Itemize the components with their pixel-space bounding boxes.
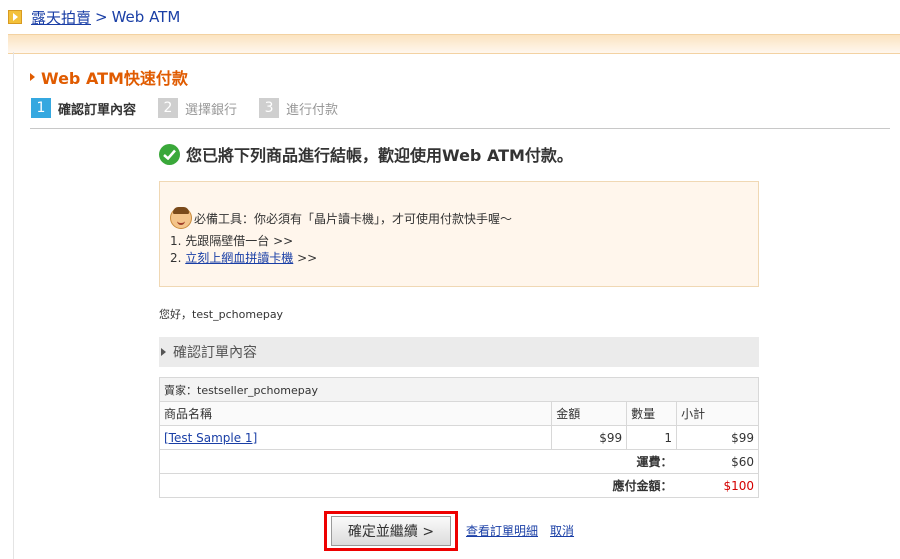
breadcrumb-arrow-icon: [8, 10, 22, 24]
title-arrow-icon: [30, 73, 35, 81]
confirm-continue-button[interactable]: 確定並繼續 >: [331, 516, 451, 546]
welcome-message: 您已將下列商品進行結帳，歡迎使用Web ATM付款。: [159, 142, 573, 166]
notice-line-2: 1. 先跟隔壁借一台 >>: [170, 234, 294, 248]
left-border: [13, 52, 14, 559]
shipping-row: 運費： $60: [159, 449, 759, 474]
item-price: $99: [551, 425, 628, 450]
action-links: 查看訂單明細 取消: [466, 522, 586, 539]
table-header-row: 商品名稱 金額 數量 小計: [158, 401, 759, 426]
notice-line-1: 必備工具：你必須有「晶片讀卡機」，才可使用付款快手喔～: [170, 207, 512, 229]
page-title: Web ATM快速付款: [30, 65, 188, 89]
cancel-link[interactable]: 取消: [550, 524, 574, 538]
section-header: 確認訂單內容: [159, 337, 759, 367]
notice-line-3: 2. 立刻上網血拼讀卡機 >>: [170, 249, 317, 266]
welcome-text: 您已將下列商品進行結帳，歡迎使用Web ATM付款。: [186, 146, 573, 165]
item-subtotal: $99: [676, 425, 759, 450]
step-2: 2 選擇銀行: [158, 98, 237, 118]
total-label: 應付金額：: [159, 473, 677, 498]
header-product: 商品名稱: [158, 401, 553, 426]
seller-row: 賣家：testseller_pchomepay: [159, 377, 759, 402]
section-arrow-icon: [161, 348, 166, 356]
step-indicator: 1 確認訂單內容 2 選擇銀行 3 進行付款: [31, 98, 360, 118]
view-order-details-link[interactable]: 查看訂單明細: [466, 524, 538, 538]
checkmark-icon: [159, 143, 180, 165]
notice-line-3-suffix: >>: [293, 251, 318, 265]
breadcrumb-separator: >: [95, 8, 108, 26]
shipping-label: 運費：: [159, 449, 677, 474]
total-value: $100: [676, 473, 759, 498]
notice-line-1-text: 必備工具：你必須有「晶片讀卡機」，才可使用付款快手喔～: [194, 211, 513, 226]
step-1-number: 1: [31, 98, 51, 118]
step-3-number: 3: [259, 98, 280, 118]
item-qty: 1: [626, 425, 678, 450]
table-row: [Test Sample 1] $99 1 $99: [158, 425, 759, 450]
notice-box: 必備工具：你必須有「晶片讀卡機」，才可使用付款快手喔～ 1. 先跟隔壁借一台 >…: [159, 181, 759, 287]
step-3: 3 進行付款: [259, 98, 338, 118]
notice-line-3-prefix: 2.: [170, 251, 186, 265]
breadcrumb: 露天拍賣 > Web ATM: [8, 7, 180, 27]
step-2-label: 選擇銀行: [185, 102, 238, 118]
header-qty: 數量: [626, 401, 678, 426]
breadcrumb-current: Web ATM: [111, 8, 181, 26]
product-link[interactable]: [Test Sample 1]: [164, 431, 257, 445]
section-title: 確認訂單內容: [173, 345, 257, 361]
breadcrumb-site-link[interactable]: 露天拍賣: [31, 7, 91, 28]
shipping-value: $60: [676, 449, 759, 474]
cartoon-face-icon: [170, 207, 192, 229]
header-bar: [8, 34, 900, 54]
order-table: 賣家：testseller_pchomepay 商品名稱 金額 數量 小計 [T…: [158, 377, 759, 498]
page-title-text: Web ATM快速付款: [41, 69, 188, 88]
greeting: 您好，test_pchomepay: [159, 308, 284, 321]
header-subtotal: 小計: [676, 401, 759, 426]
total-row: 應付金額： $100: [159, 473, 759, 498]
buy-card-reader-link[interactable]: 立刻上網血拼讀卡機: [185, 251, 293, 265]
header-price: 金額: [551, 401, 628, 426]
step-1-label: 確認訂單內容: [58, 102, 137, 118]
step-2-number: 2: [158, 98, 179, 118]
confirm-button-highlight: 確定並繼續 >: [324, 511, 458, 551]
step-3-label: 進行付款: [286, 102, 339, 118]
divider: [30, 128, 890, 129]
step-1: 1 確認訂單內容: [31, 98, 136, 118]
